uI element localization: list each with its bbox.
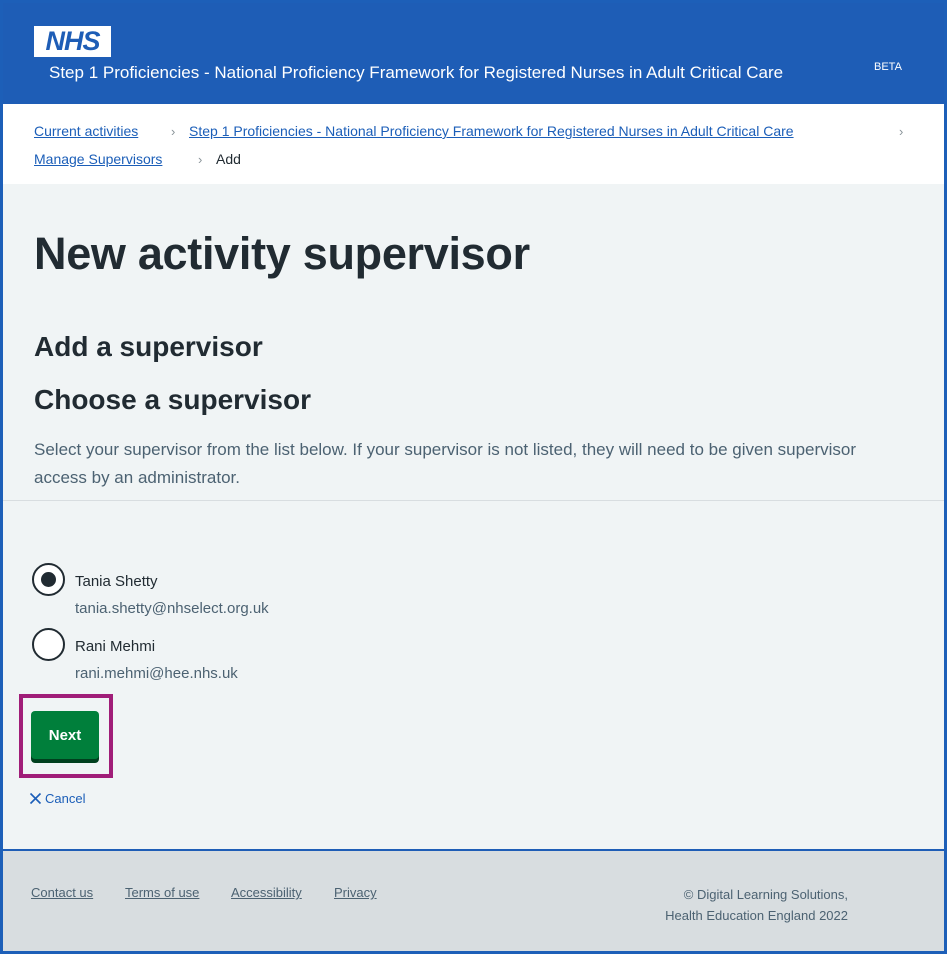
supervisor-radio-tania-shetty[interactable] [32, 563, 65, 596]
copyright-line-1: © Digital Learning Solutions, [683, 887, 848, 902]
breadcrumb-separator-icon: › [198, 152, 203, 167]
footer-link-accessibility[interactable]: Accessibility [231, 885, 302, 900]
page-title: New activity supervisor [34, 228, 530, 279]
breadcrumb-current: Add [216, 151, 241, 167]
site-header: NHS Step 1 Proficiencies - National Prof… [3, 3, 944, 104]
footer-link-privacy[interactable]: Privacy [334, 885, 377, 900]
next-button[interactable]: Next [31, 711, 99, 759]
footer-link-terms-of-use[interactable]: Terms of use [125, 885, 199, 900]
breadcrumb-separator-icon: › [171, 124, 176, 139]
site-footer: Contact us Terms of use Accessibility Pr… [3, 849, 944, 951]
cancel-label: Cancel [45, 791, 86, 806]
beta-tag: BETA [874, 61, 902, 73]
radio-selected-dot [41, 572, 56, 587]
close-icon [29, 792, 42, 805]
main-content: New activity supervisor Add a supervisor… [3, 184, 944, 500]
supervisor-radio-group: Tania Shetty tania.shetty@nhselect.org.u… [3, 501, 944, 849]
copyright-text: © Digital Learning Solutions, Health Edu… [665, 884, 848, 926]
copyright-line-2: Health Education England 2022 [665, 908, 848, 923]
breadcrumb-separator-icon: › [899, 124, 904, 139]
breadcrumb: Current activities › Step 1 Proficiencie… [3, 104, 944, 184]
supervisor-email: rani.mehmi@hee.nhs.uk [75, 665, 238, 682]
footer-link-contact-us[interactable]: Contact us [31, 885, 93, 900]
section-heading: Choose a supervisor [34, 384, 311, 415]
breadcrumb-manage-supervisors[interactable]: Manage Supervisors [34, 151, 162, 167]
supervisor-name[interactable]: Tania Shetty [75, 573, 158, 590]
breadcrumb-current-activities[interactable]: Current activities [34, 123, 138, 139]
nhs-logo[interactable]: NHS [34, 26, 111, 57]
page-subtitle: Add a supervisor [34, 331, 263, 362]
breadcrumb-activity[interactable]: Step 1 Proficiencies - National Proficie… [189, 123, 794, 139]
cancel-link[interactable]: Cancel [29, 791, 85, 806]
supervisor-email: tania.shetty@nhselect.org.uk [75, 600, 269, 617]
page-frame: NHS Step 1 Proficiencies - National Prof… [0, 0, 947, 954]
hint-text: Select your supervisor from the list bel… [34, 440, 857, 487]
nhs-logo-text: NHS [45, 26, 100, 56]
supervisor-radio-rani-mehmi[interactable] [32, 628, 65, 661]
service-name[interactable]: Step 1 Proficiencies - National Proficie… [49, 63, 783, 83]
supervisor-name[interactable]: Rani Mehmi [75, 638, 155, 655]
